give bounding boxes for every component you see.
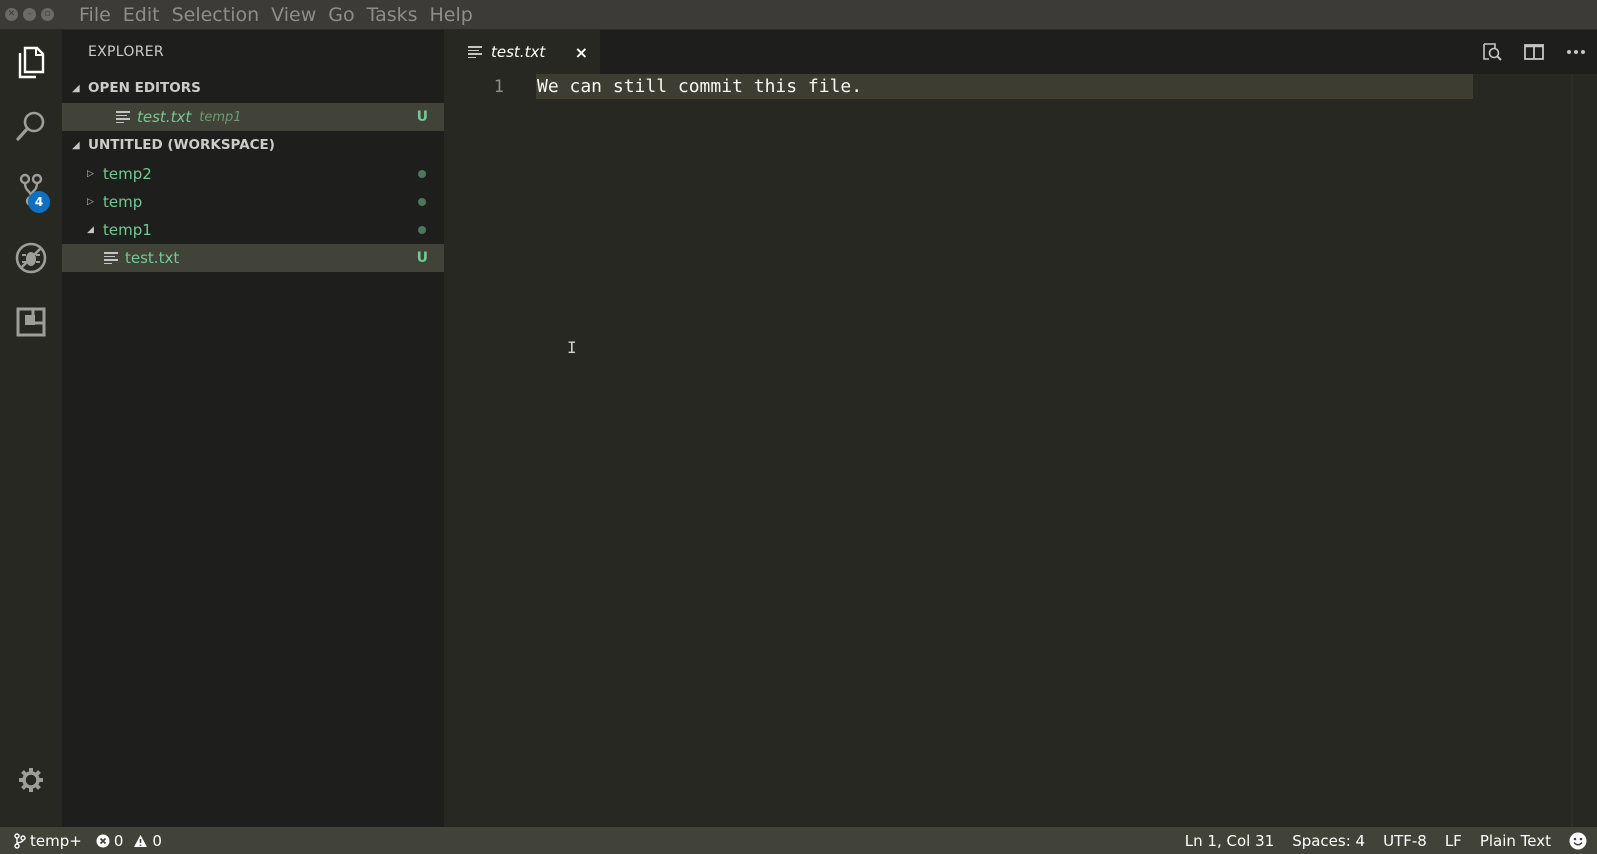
- workspace-header[interactable]: ◢ UNTITLED (WORKSPACE): [62, 131, 444, 160]
- search-icon[interactable]: [0, 98, 62, 154]
- folder-item-temp[interactable]: ▷ temp: [62, 188, 444, 216]
- ellipsis-icon: [1567, 50, 1585, 54]
- folder-item-temp2[interactable]: ▷ temp2: [62, 160, 444, 188]
- expand-triangle-icon: ◢: [72, 140, 80, 151]
- end-of-line[interactable]: LF: [1436, 832, 1471, 850]
- window-controls: ✕ – ▫: [5, 8, 73, 21]
- branch-indicator[interactable]: temp+: [14, 832, 82, 850]
- tab-label: test.txt: [491, 43, 546, 61]
- editor-tab-bar: test.txt ×: [444, 30, 1597, 74]
- indentation[interactable]: Spaces: 4: [1283, 832, 1374, 850]
- problems-indicator[interactable]: 0 0: [96, 832, 162, 850]
- debug-icon[interactable]: [0, 230, 62, 286]
- open-changes-icon: [1483, 43, 1502, 61]
- menu-bar: File Edit Selection View Go Tasks Help: [73, 0, 479, 30]
- file-item-test-txt[interactable]: test.txt U: [62, 244, 444, 272]
- untracked-badge: U: [416, 250, 428, 266]
- folder-name: temp: [103, 193, 143, 211]
- expand-triangle-icon: ◢: [72, 83, 80, 94]
- menu-go[interactable]: Go: [322, 0, 360, 30]
- open-editor-item[interactable]: test.txt temp1 U: [62, 103, 444, 131]
- open-editor-folder: temp1: [199, 109, 242, 125]
- menu-tasks[interactable]: Tasks: [361, 0, 424, 30]
- explorer-sidebar: EXPLORER ◢ OPEN EDITORS test.txt temp1 U…: [62, 30, 444, 827]
- chevron-down-icon: ◢: [87, 225, 94, 235]
- extensions-icon[interactable]: [0, 294, 62, 350]
- error-count: 0: [113, 831, 124, 850]
- maximize-window-button[interactable]: ▫: [41, 8, 54, 21]
- sidebar-title: EXPLORER: [88, 44, 164, 60]
- branch-icon: [14, 832, 26, 849]
- smiley-icon: [1569, 832, 1587, 849]
- warning-count: 0: [152, 831, 162, 850]
- minimap-edge: [1571, 74, 1573, 827]
- status-bar: temp+ 0 0 Ln 1, Col 31 Spaces: 4 UTF-8 L…: [0, 827, 1597, 854]
- menu-help[interactable]: Help: [424, 0, 479, 30]
- gear-icon[interactable]: [0, 752, 62, 808]
- menu-file[interactable]: File: [73, 0, 117, 30]
- editor-actions: [1471, 30, 1597, 74]
- error-icon: [96, 834, 110, 847]
- more-actions-button[interactable]: [1555, 30, 1597, 74]
- minimize-window-button[interactable]: –: [23, 8, 36, 21]
- split-editor-icon: [1524, 44, 1544, 60]
- modified-dot-icon: [418, 198, 426, 206]
- line-text[interactable]: We can still commit this file.: [537, 76, 862, 97]
- close-window-button[interactable]: ✕: [5, 8, 18, 21]
- tab-test-txt[interactable]: test.txt ×: [444, 30, 600, 74]
- split-editor-button[interactable]: [1513, 30, 1555, 74]
- folder-name: temp2: [103, 165, 152, 183]
- chevron-right-icon: ▷: [87, 197, 94, 207]
- activity-bar: 4: [0, 30, 62, 827]
- workspace-heading: UNTITLED (WORKSPACE): [88, 137, 275, 153]
- editor-line[interactable]: 1 We can still commit this file.: [444, 74, 1473, 99]
- open-editors-header[interactable]: ◢ OPEN EDITORS: [62, 74, 444, 103]
- language-mode[interactable]: Plain Text: [1471, 832, 1560, 850]
- modified-dot-icon: [418, 170, 426, 178]
- chevron-right-icon: ▷: [87, 169, 94, 179]
- menu-view[interactable]: View: [265, 0, 322, 30]
- file-name: test.txt: [125, 249, 180, 267]
- explorer-icon[interactable]: [0, 34, 62, 90]
- menu-selection[interactable]: Selection: [166, 0, 266, 30]
- open-editor-filename: test.txt: [137, 108, 192, 126]
- line-number: 1: [493, 76, 504, 97]
- editor-area[interactable]: 1 We can still commit this file. I: [444, 74, 1597, 827]
- encoding[interactable]: UTF-8: [1374, 832, 1436, 850]
- title-bar: ✕ – ▫ File Edit Selection View Go Tasks …: [0, 0, 1597, 30]
- close-icon[interactable]: ×: [575, 43, 588, 62]
- menu-edit[interactable]: Edit: [117, 0, 166, 30]
- source-control-badge: 4: [28, 191, 50, 213]
- mouse-ibeam-cursor-icon: I: [567, 338, 577, 357]
- open-changes-button[interactable]: [1471, 30, 1513, 74]
- branch-name: temp+: [30, 831, 82, 850]
- warning-icon: [134, 834, 148, 847]
- file-lines-icon: [116, 110, 130, 124]
- file-lines-icon: [468, 45, 482, 59]
- open-editors-heading: OPEN EDITORS: [88, 80, 201, 96]
- folder-name: temp1: [103, 221, 152, 239]
- folder-item-temp1[interactable]: ◢ temp1: [62, 216, 444, 244]
- modified-dot-icon: [418, 226, 426, 234]
- untracked-badge: U: [416, 109, 428, 125]
- cursor-position[interactable]: Ln 1, Col 31: [1176, 832, 1283, 850]
- source-control-icon[interactable]: 4: [0, 162, 62, 218]
- file-lines-icon: [104, 251, 118, 265]
- feedback-button[interactable]: [1560, 832, 1587, 850]
